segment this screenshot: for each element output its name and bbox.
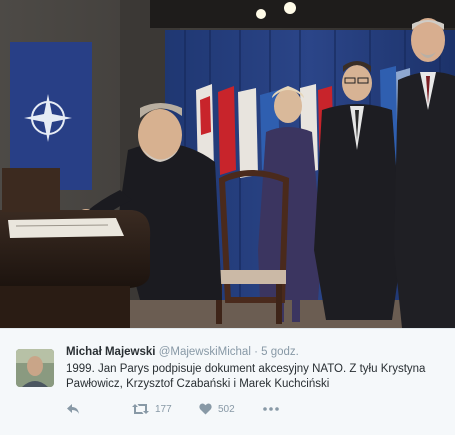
- user-photo-icon: [16, 349, 54, 387]
- retweet-button[interactable]: 177: [132, 401, 172, 417]
- tweet-photo[interactable]: lliance: [0, 0, 455, 328]
- tweet-actions: 177 502: [66, 401, 326, 417]
- like-count: 502: [218, 403, 235, 415]
- more-icon: [263, 407, 279, 411]
- more-button[interactable]: [263, 401, 279, 417]
- tweet-text: 1999. Jan Parys podpisuje dokument akces…: [66, 362, 446, 392]
- tweet-footer: Michał Majewski @MajewskiMichal · 5 godz…: [0, 328, 455, 435]
- separator: ·: [254, 346, 258, 358]
- heart-icon: [199, 403, 212, 415]
- tweet-card: lliance: [0, 0, 455, 435]
- like-button[interactable]: 502: [199, 401, 235, 417]
- author-handle[interactable]: @MajewskiMichal: [159, 346, 251, 358]
- tweet-timestamp[interactable]: 5 godz.: [261, 346, 299, 358]
- reply-icon: [67, 404, 79, 414]
- retweet-count: 177: [155, 403, 172, 415]
- author-name[interactable]: Michał Majewski: [66, 346, 155, 358]
- tweet-text-line: Pawłowicz, Krzysztof Czabański i Marek K…: [66, 378, 330, 390]
- avatar[interactable]: [16, 349, 54, 387]
- tweet-header: Michał Majewski @MajewskiMichal · 5 godz…: [66, 346, 445, 358]
- reply-button[interactable]: [66, 401, 80, 417]
- retweet-icon: [132, 404, 149, 414]
- tweet-text-line: 1999. Jan Parys podpisuje dokument akces…: [66, 363, 426, 375]
- signing-ceremony-image: lliance: [0, 0, 455, 328]
